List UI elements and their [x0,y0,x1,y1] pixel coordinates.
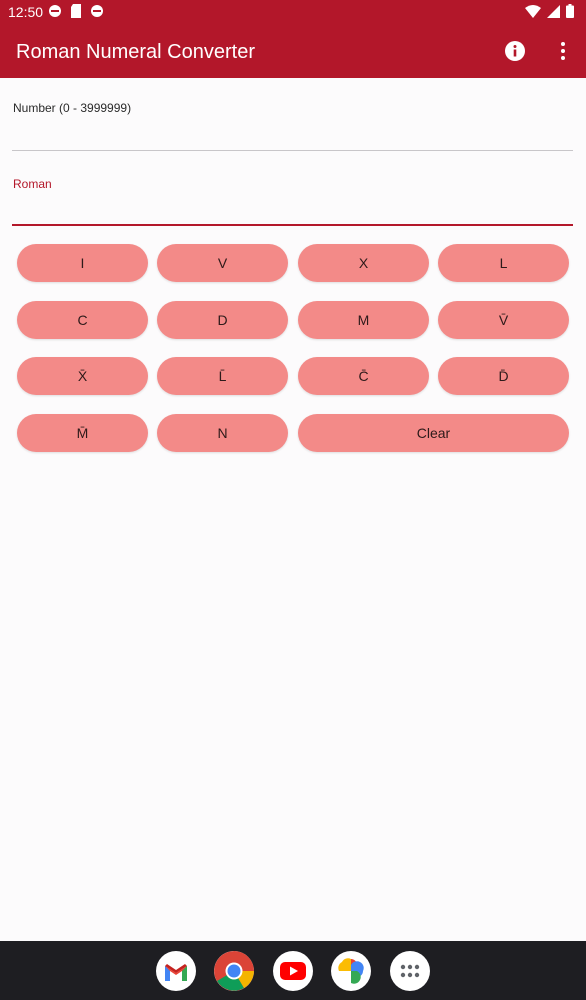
battery-icon [566,4,574,18]
key-l-button[interactable]: L [438,244,569,282]
info-icon [505,41,525,61]
app-bar: Roman Numeral Converter [0,24,586,78]
app-drawer-icon [400,964,420,978]
number-field-label: Number (0 - 3999999) [13,101,132,115]
status-notification-icons [48,4,104,18]
info-button[interactable] [505,41,525,61]
youtube-app[interactable] [273,951,313,991]
gmail-app[interactable] [156,951,196,991]
key-v-bar-button[interactable]: V̄ [438,301,569,339]
photos-app[interactable] [331,951,371,991]
roman-field-label: Roman [13,177,52,191]
key-n-button[interactable]: N [157,414,288,452]
key-l-bar-button[interactable]: L̄ [157,357,288,395]
status-time: 12:50 [8,4,44,20]
status-system-icons [525,4,574,18]
key-c-button[interactable]: C [17,301,148,339]
roman-input[interactable] [12,194,573,226]
chrome-app[interactable] [214,951,254,991]
more-vert-icon [561,42,565,60]
number-input[interactable] [12,120,573,151]
app-title: Roman Numeral Converter [16,41,255,63]
key-x-button[interactable]: X [298,244,429,282]
key-m-button[interactable]: M [298,301,429,339]
key-x-bar-button[interactable]: X̄ [17,357,148,395]
status-bar: 12:50 [0,0,586,24]
chrome-icon [214,951,254,991]
clear-button[interactable]: Clear [298,414,569,452]
key-c-bar-button[interactable]: C̄ [298,357,429,395]
app-drawer[interactable] [390,951,430,991]
key-d-bar-button[interactable]: D̄ [438,357,569,395]
gmail-icon [165,964,187,981]
wifi-icon [525,4,541,18]
notification-circle-icon [49,5,61,17]
key-v-button[interactable]: V [157,244,288,282]
photos-icon [338,958,364,984]
key-m-bar-button[interactable]: M̄ [17,414,148,452]
app-dock [0,941,586,1000]
youtube-icon [280,962,306,980]
key-i-button[interactable]: I [17,244,148,282]
key-d-button[interactable]: D [157,301,288,339]
notification-circle-icon [91,5,103,17]
sd-card-icon [71,4,81,18]
more-options-button[interactable] [556,41,570,61]
signal-icon [547,4,560,18]
